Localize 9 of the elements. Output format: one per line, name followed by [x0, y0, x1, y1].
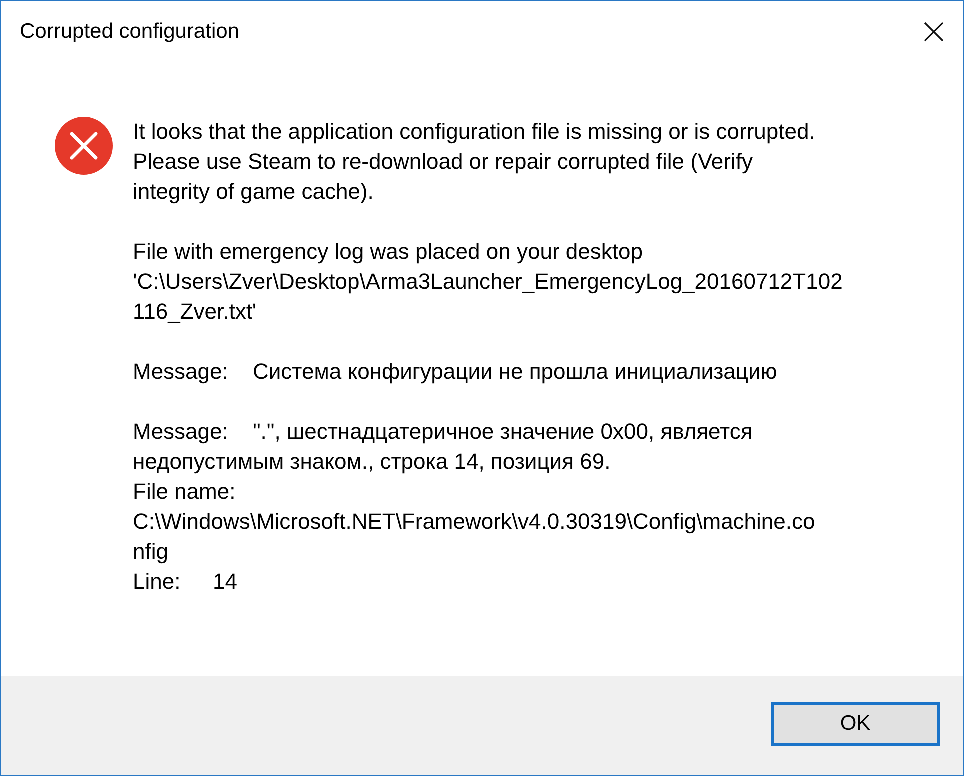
window-title: Corrupted configuration [20, 20, 240, 44]
close-button[interactable] [924, 22, 944, 42]
message-text: File with emergency log was placed on your desktop 'C:\Users\Zver\Desktop\Arma3Launcher_EmergencyLog_20160712T102 116_Zver.txt' [133, 238, 843, 326]
error-icon [55, 117, 113, 175]
message-text: It looks that the application configuration file is missing or is corrupted. Please use Steam to re-download or repair corrupted file (Verify integrity of game cache). [133, 118, 816, 206]
close-icon [924, 22, 944, 42]
message-text: Message: ".", шестнадцатеричное значение 0x00, является недопустимым знаком., строка 14, позиция 69. File name: C:\Windows\Microsoft.NET\Framework\v4.0.30319\Config\machine.co nfig Line: 14 [133, 418, 816, 596]
ok-button[interactable]: OK [771, 702, 940, 746]
message-text: Message: Система конфигурации не прошла инициализацию [133, 358, 778, 386]
